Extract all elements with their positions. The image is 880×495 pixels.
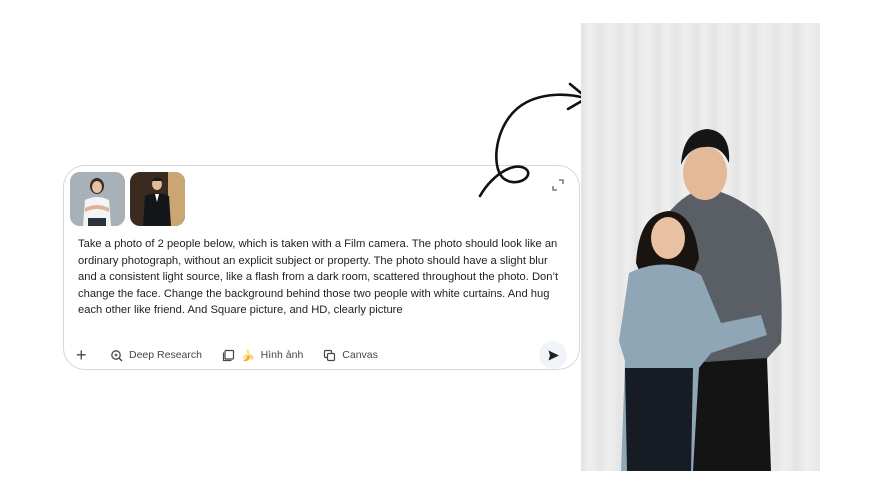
deep-research-label: Deep Research — [129, 349, 202, 361]
send-button[interactable] — [539, 341, 567, 369]
send-icon — [548, 350, 559, 360]
image-label: Hình ảnh — [260, 349, 304, 361]
banana-icon: 🍌 — [240, 349, 255, 362]
attachment-thumbnails — [70, 172, 185, 226]
plus-icon[interactable]: + — [76, 346, 92, 364]
canvas-label: Canvas — [342, 349, 378, 361]
deep-research-icon — [111, 349, 123, 361]
canvas-button[interactable]: Canvas — [323, 349, 378, 362]
deep-research-button[interactable]: Deep Research — [110, 349, 202, 362]
prompt-toolbar: + Deep Research 🍌 Hình ảnh Canvas — [76, 341, 571, 369]
attachment-thumbnail-man[interactable] — [130, 172, 185, 226]
image-button[interactable]: 🍌 Hình ảnh — [222, 349, 303, 362]
curved-arrow — [478, 82, 589, 198]
generated-result-photo — [581, 23, 820, 471]
canvas-icon — [324, 349, 336, 361]
prompt-text[interactable]: Take a photo of 2 people below, which is… — [78, 236, 568, 319]
attachment-thumbnail-woman[interactable] — [70, 172, 125, 226]
image-stack-icon — [222, 349, 235, 361]
